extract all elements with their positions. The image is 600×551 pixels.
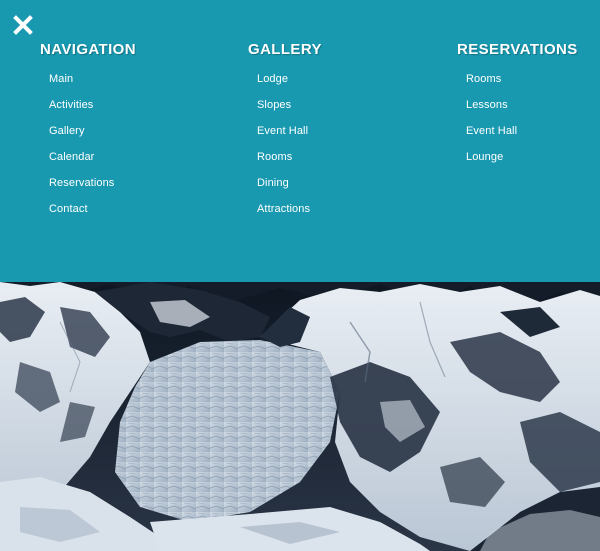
menu-column-reservations: RESERVATIONS Rooms Lessons Event Hall Lo… — [457, 41, 578, 173]
list-item: Reservations — [49, 173, 136, 199]
list-item: Rooms — [257, 147, 322, 173]
menu-overlay: NAVIGATION Main Activities Gallery Calen… — [0, 0, 600, 282]
list-item: Attractions — [257, 199, 322, 225]
mountain-hero-image — [0, 282, 600, 551]
close-icon — [13, 15, 33, 35]
nav-link-activities[interactable]: Activities — [49, 99, 93, 111]
link-list: Rooms Lessons Event Hall Lounge — [457, 69, 578, 173]
gallery-link-event-hall[interactable]: Event Hall — [257, 125, 308, 137]
menu-column-gallery: GALLERY Lodge Slopes Event Hall Rooms Di… — [248, 41, 322, 225]
list-item: Event Hall — [257, 121, 322, 147]
menu-column-navigation: NAVIGATION Main Activities Gallery Calen… — [40, 41, 136, 225]
column-heading: RESERVATIONS — [457, 41, 578, 58]
nav-link-calendar[interactable]: Calendar — [49, 151, 94, 163]
gallery-link-slopes[interactable]: Slopes — [257, 99, 291, 111]
nav-link-main[interactable]: Main — [49, 73, 73, 85]
list-item: Main — [49, 69, 136, 95]
page: NAVIGATION Main Activities Gallery Calen… — [0, 0, 600, 551]
list-item: Dining — [257, 173, 322, 199]
link-list: Main Activities Gallery Calendar Reserva… — [40, 69, 136, 225]
list-item: Slopes — [257, 95, 322, 121]
column-heading: NAVIGATION — [40, 41, 136, 58]
list-item: Calendar — [49, 147, 136, 173]
nav-link-contact[interactable]: Contact — [49, 203, 88, 215]
column-heading: GALLERY — [248, 41, 322, 58]
gallery-link-dining[interactable]: Dining — [257, 177, 289, 189]
link-list: Lodge Slopes Event Hall Rooms Dining Att… — [248, 69, 322, 225]
gallery-link-rooms[interactable]: Rooms — [257, 151, 292, 163]
reservations-link-rooms[interactable]: Rooms — [466, 73, 501, 85]
reservations-link-lessons[interactable]: Lessons — [466, 99, 508, 111]
list-item: Contact — [49, 199, 136, 225]
nav-link-reservations[interactable]: Reservations — [49, 177, 114, 189]
list-item: Gallery — [49, 121, 136, 147]
list-item: Activities — [49, 95, 136, 121]
list-item: Lounge — [466, 147, 578, 173]
nav-link-gallery[interactable]: Gallery — [49, 125, 85, 137]
list-item: Lessons — [466, 95, 578, 121]
gallery-link-attractions[interactable]: Attractions — [257, 203, 310, 215]
list-item: Rooms — [466, 69, 578, 95]
list-item: Lodge — [257, 69, 322, 95]
close-menu-button[interactable] — [12, 14, 34, 36]
gallery-link-lodge[interactable]: Lodge — [257, 73, 288, 85]
reservations-link-lounge[interactable]: Lounge — [466, 151, 503, 163]
reservations-link-event-hall[interactable]: Event Hall — [466, 125, 517, 137]
list-item: Event Hall — [466, 121, 578, 147]
